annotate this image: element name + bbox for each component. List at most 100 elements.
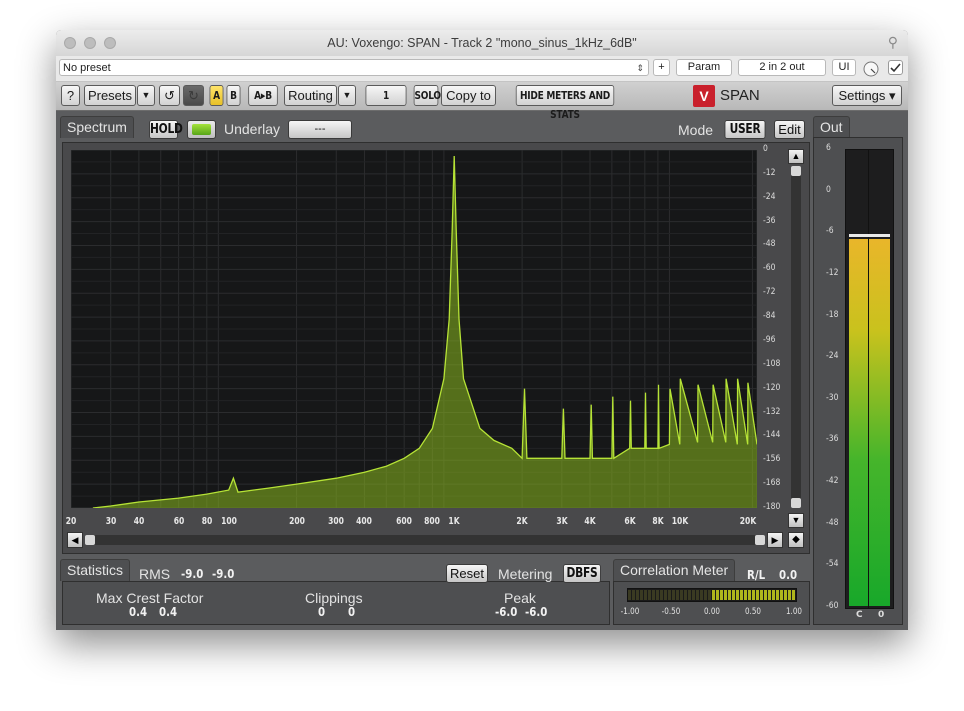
db-tick-label: -72 [763,287,776,298]
output-scale-label: -48 [826,517,839,528]
mode-selector[interactable]: USER [724,120,766,139]
output-scale-label: 6 [826,143,831,153]
copy-to-button[interactable]: Copy to [441,85,496,106]
correlation-negative-zone [628,590,712,600]
routing-button[interactable]: Routing [284,85,337,106]
triangle-up-icon: ▲ [791,151,801,161]
triangle-down-icon: ▼ [791,515,801,525]
horizontal-scroll-track[interactable] [85,535,765,545]
output-peak-marker [849,234,890,238]
hold-toggle[interactable] [187,120,216,139]
redo-button[interactable]: ↻ [183,85,204,106]
db-tick-label: -132 [763,406,781,417]
db-tick-label: -48 [763,239,776,250]
channel-left-label: C [856,610,863,620]
hide-meters-button[interactable]: HIDE METERS AND STATS [515,85,615,121]
rms-right-value: -9.0 [212,567,235,581]
frequency-tick-label: 2K [516,516,528,527]
db-tick-label: -180 [763,502,781,512]
host-bar: No preset ⇕ + Param 2 in 2 out UI [56,56,908,82]
checkmark-icon [890,63,901,73]
rms-left-value: -9.0 [181,567,204,581]
pin-icon[interactable]: ⚲ [888,34,898,51]
horizontal-scroll-handle-left[interactable] [85,535,95,545]
zoom-reset-button[interactable]: ◆ [788,532,804,548]
peak-right: -6.0 [525,605,548,619]
vertical-scroll-track[interactable] [791,166,801,508]
routing-dropdown-button[interactable]: ▼ [338,85,356,106]
reset-button[interactable]: Reset [446,564,488,583]
output-scale-label: -6 [826,226,834,237]
db-tick-label: -168 [763,478,781,489]
tab-out[interactable]: Out [813,116,850,138]
rms-label: RMS [139,566,171,582]
triangle-left-icon: ◀ [71,535,79,545]
output-scale-label: -60 [826,601,839,611]
max-crest-factor-right: 0.4 [159,605,178,619]
preset-a-button[interactable]: A [209,85,224,106]
frequency-tick-label: 600 [396,516,413,527]
correlation-scale-label: -0.50 [661,607,681,617]
db-tick-label: -84 [763,311,776,322]
output-scale-label: -12 [826,267,839,278]
scroll-left-button[interactable]: ◀ [67,532,83,548]
db-tick-label: -24 [763,191,776,202]
frequency-tick-label: 800 [424,516,441,527]
preset-selector[interactable]: No preset ⇕ [59,59,649,76]
frequency-tick-label: 1K [448,516,460,527]
hold-button[interactable]: HOLD [149,120,183,139]
rl-label: R/L [747,568,766,582]
undo-button[interactable]: ↺ [159,85,180,106]
db-tick-label: 0 [763,144,768,154]
frequency-tick-label: 300 [328,516,345,527]
vertical-scroll-handle-top[interactable] [791,166,801,176]
scroll-down-button[interactable]: ▼ [788,513,804,528]
frequency-tick-label: 40 [133,516,145,527]
horizontal-scroll-handle-right[interactable] [755,535,765,545]
solo-button[interactable]: SOLO [413,85,441,106]
presets-dropdown-button[interactable]: ▼ [137,85,155,106]
channel-right-label: 0 [878,610,885,620]
correlation-scale-label: 0.00 [703,607,721,617]
tab-spectrum[interactable]: Spectrum [60,116,134,138]
copy-a-to-b-button[interactable]: A▸B [248,85,278,106]
underlay-selector[interactable]: --- [288,120,352,139]
peak-left: -6.0 [495,605,518,619]
spectrum-display[interactable] [71,150,757,508]
edit-mode-button[interactable]: Edit [774,120,805,139]
db-tick-label: -96 [763,334,776,345]
max-crest-factor-label: Max Crest Factor [96,590,204,606]
settings-button[interactable]: Settings ▾ [832,85,902,106]
db-tick-label: -120 [763,382,781,393]
triangle-down-icon: ▼ [141,90,151,100]
io-config-button[interactable]: 2 in 2 out [738,59,826,76]
correlation-scale-label: 0.50 [744,607,762,617]
ui-button[interactable]: UI [832,59,856,76]
vertical-scroll-handle-bottom[interactable] [791,498,801,508]
param-button[interactable]: Param [676,59,732,76]
presets-button[interactable]: Presets [84,85,136,106]
underlay-label: Underlay [224,121,281,137]
add-preset-button[interactable]: + [653,59,670,76]
plugin-name: SPAN [720,87,760,104]
frequency-tick-label: 3K [556,516,568,527]
window-title: AU: Voxengo: SPAN - Track 2 "mono_sinus_… [327,36,637,50]
bypass-checkbox[interactable] [888,60,903,75]
output-scale-label: 0 [826,184,831,195]
tab-statistics[interactable]: Statistics [60,559,131,581]
db-tick-label: -12 [763,167,776,178]
output-scale-label: -36 [826,434,839,445]
tab-correlation-meter[interactable]: Correlation Meter [613,559,736,581]
channel-selector[interactable]: 1 [365,85,407,106]
help-button[interactable]: ? [61,85,80,106]
knob-icon[interactable] [862,60,880,78]
correlation-positive-zone [712,590,796,600]
scroll-up-button[interactable]: ▲ [788,149,804,164]
db-tick-label: -144 [763,430,781,441]
meter-divider [868,150,869,608]
preset-b-button[interactable]: B [226,85,241,106]
scroll-right-button[interactable]: ▶ [767,532,783,548]
metering-selector[interactable]: DBFS [563,564,601,583]
correlation-scale-label: 1.00 [785,607,803,617]
frequency-tick-label: 200 [288,516,305,527]
